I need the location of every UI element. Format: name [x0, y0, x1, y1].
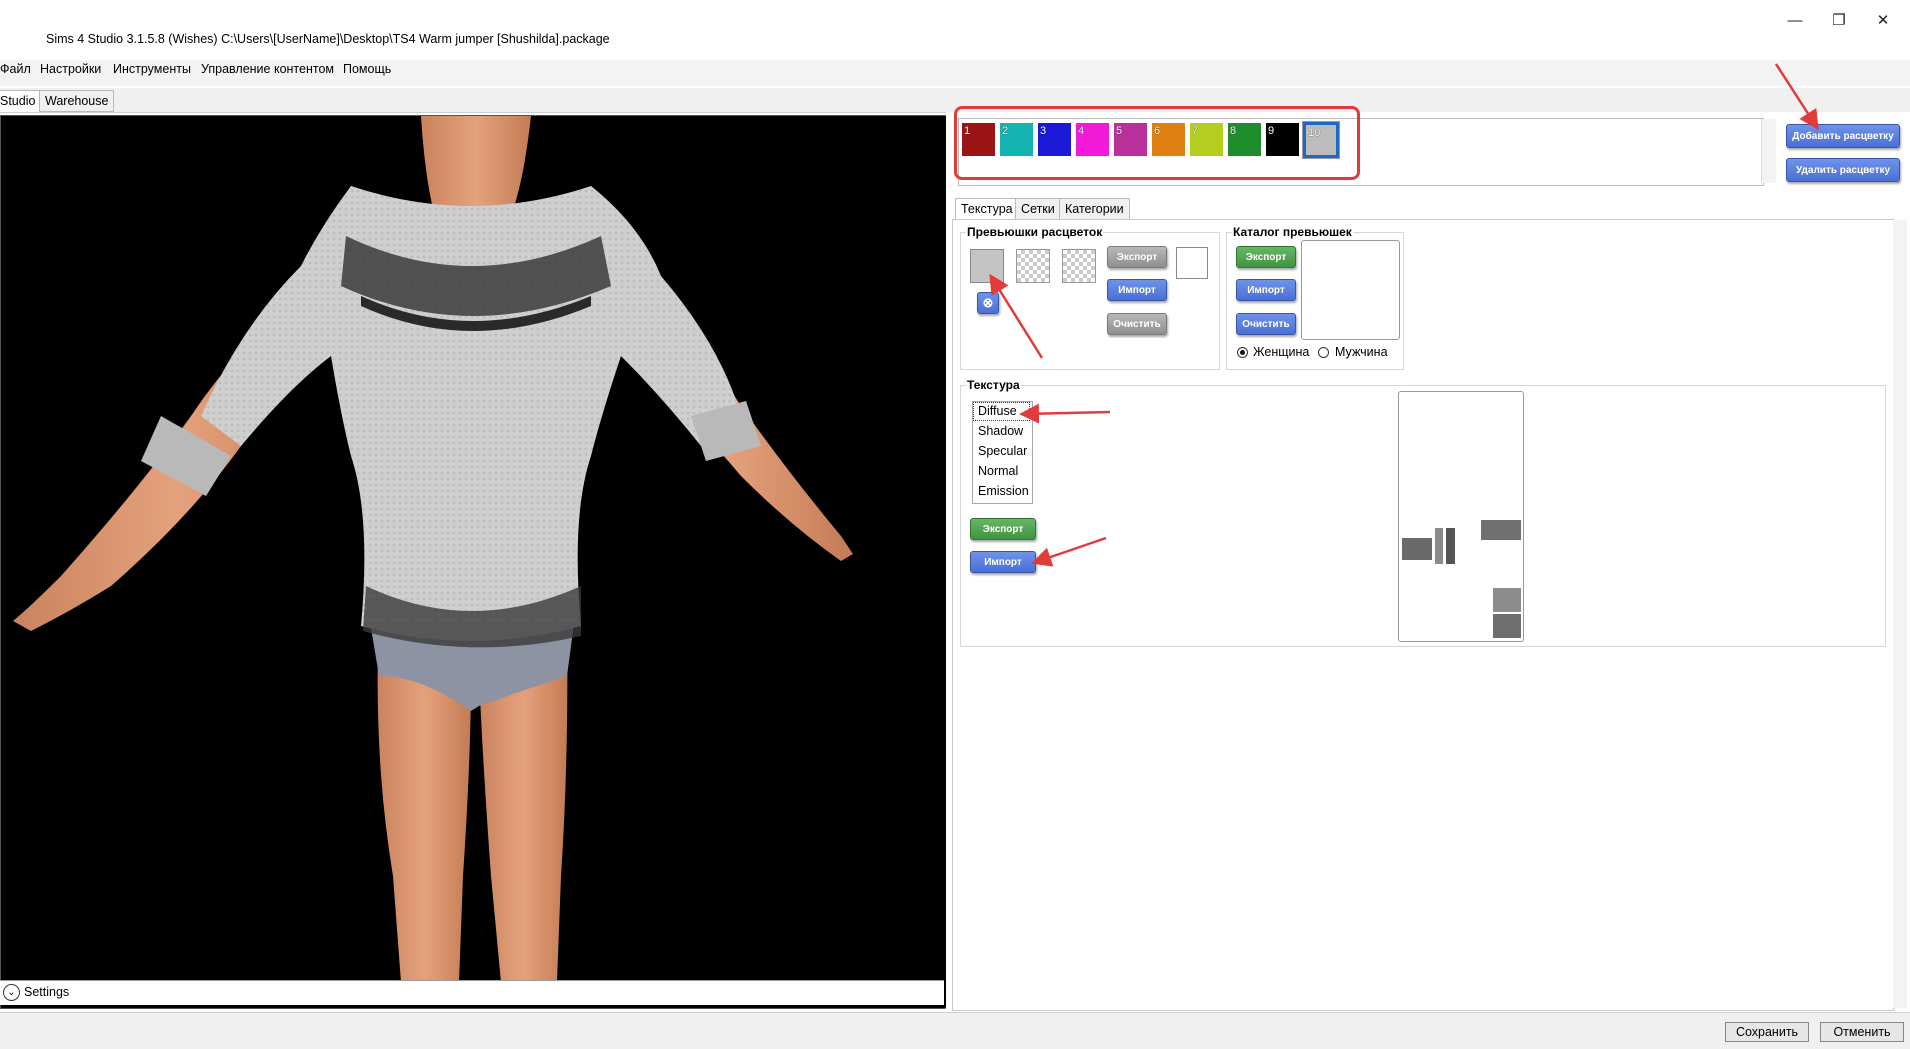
swatch-4[interactable]: 4	[1076, 123, 1109, 156]
tab-studio[interactable]: Studio	[0, 90, 42, 112]
title-bar	[0, 0, 1910, 60]
texture-group-title: Текстура	[966, 378, 1021, 392]
swatch-number: 3	[1040, 125, 1047, 137]
maximize-button[interactable]: ❐	[1820, 6, 1858, 34]
catalog-clear-button[interactable]: Очистить	[1236, 313, 1296, 335]
swatch-number: 6	[1154, 125, 1161, 137]
texture-item-specular[interactable]: Specular	[978, 444, 1027, 458]
texture-import-button[interactable]: Импорт	[970, 551, 1036, 573]
thumbnail-slot-1[interactable]	[970, 249, 1004, 283]
catalog-thumbnails-title: Каталог превьюшек	[1232, 225, 1353, 239]
thumbs-export-button[interactable]: Экспорт	[1107, 246, 1167, 268]
male-label: Мужчина	[1335, 345, 1388, 359]
swatch-number: 2	[1002, 125, 1009, 137]
tab-meshes[interactable]: Сетки	[1015, 198, 1061, 220]
panel-scrollbar[interactable]	[1893, 220, 1907, 1008]
cancel-button[interactable]: Отменить	[1820, 1022, 1904, 1042]
window-title: Sims 4 Studio 3.1.5.8 (Wishes) C:\Users\…	[46, 32, 610, 46]
save-button[interactable]: Сохранить	[1725, 1022, 1809, 1042]
swatch-number: 10	[1308, 127, 1321, 139]
female-label: Женщина	[1253, 345, 1310, 359]
catalog-import-button[interactable]: Импорт	[1236, 279, 1296, 301]
main-tab-strip	[0, 88, 1910, 113]
close-button[interactable]: ✕	[1864, 6, 1902, 34]
texture-preview	[1398, 391, 1524, 642]
texture-item-emission[interactable]: Emission	[978, 484, 1029, 498]
menu-content-management[interactable]: Управление контентом	[201, 62, 334, 76]
tab-categories[interactable]: Категории	[1059, 198, 1130, 220]
swatch-1[interactable]: 1	[962, 123, 995, 156]
thumbnail-color-box[interactable]	[1176, 247, 1208, 279]
bottom-bar	[0, 1012, 1910, 1049]
swatch-3[interactable]: 3	[1038, 123, 1071, 156]
minimize-button[interactable]: —	[1776, 6, 1814, 34]
swatch-7[interactable]: 7	[1190, 123, 1223, 156]
catalog-thumbnail-preview	[1301, 240, 1400, 340]
female-radio[interactable]	[1237, 347, 1248, 358]
swatch-number: 4	[1078, 125, 1085, 137]
swatch-8[interactable]: 8	[1228, 123, 1261, 156]
swatch-number: 1	[964, 125, 971, 137]
swatch-number: 9	[1268, 125, 1275, 137]
swatch-list-scrollbar[interactable]	[1761, 119, 1776, 183]
swatch-2[interactable]: 2	[1000, 123, 1033, 156]
settings-expand-icon[interactable]: ⌄	[3, 984, 20, 1001]
swatch-number: 5	[1116, 125, 1123, 137]
remove-thumbnail-icon[interactable]: ⊗	[977, 292, 999, 314]
menu-settings[interactable]: Настройки	[40, 62, 101, 76]
male-radio[interactable]	[1318, 347, 1329, 358]
3d-viewport[interactable]	[0, 115, 948, 1009]
menu-tools[interactable]: Инструменты	[113, 62, 191, 76]
catalog-export-button[interactable]: Экспорт	[1236, 246, 1296, 268]
tab-warehouse[interactable]: Warehouse	[39, 90, 115, 112]
thumbs-clear-button[interactable]: Очистить	[1107, 313, 1167, 335]
settings-bar	[0, 980, 944, 1005]
menu-file[interactable]: Файл	[0, 62, 31, 76]
swatch-number: 8	[1230, 125, 1237, 137]
tab-texture[interactable]: Текстура	[955, 198, 1019, 221]
texture-preview-image	[1402, 520, 1521, 638]
thumbnail-slot-3[interactable]	[1062, 249, 1096, 283]
thumbnail-slot-2[interactable]	[1016, 249, 1050, 283]
swatch-9[interactable]: 9	[1266, 123, 1299, 156]
remove-swatch-button[interactable]: Удалить расцветку	[1786, 158, 1900, 182]
settings-label[interactable]: Settings	[24, 985, 69, 999]
add-swatch-button[interactable]: Добавить расцветку	[1786, 124, 1900, 148]
swatch-number: 7	[1192, 125, 1199, 137]
swatch-6[interactable]: 6	[1152, 123, 1185, 156]
swatch-5[interactable]: 5	[1114, 123, 1147, 156]
texture-item-shadow[interactable]: Shadow	[978, 424, 1023, 438]
texture-item-normal[interactable]: Normal	[978, 464, 1018, 478]
swatch-thumbnails-title: Превьюшки расцветок	[966, 225, 1104, 239]
swatch-10[interactable]: 10	[1302, 121, 1340, 159]
thumbs-import-button[interactable]: Импорт	[1107, 279, 1167, 301]
model-preview	[13, 116, 853, 982]
texture-item-diffuse[interactable]: Diffuse	[978, 404, 1017, 418]
menu-help[interactable]: Помощь	[343, 62, 391, 76]
texture-export-button[interactable]: Экспорт	[970, 518, 1036, 540]
